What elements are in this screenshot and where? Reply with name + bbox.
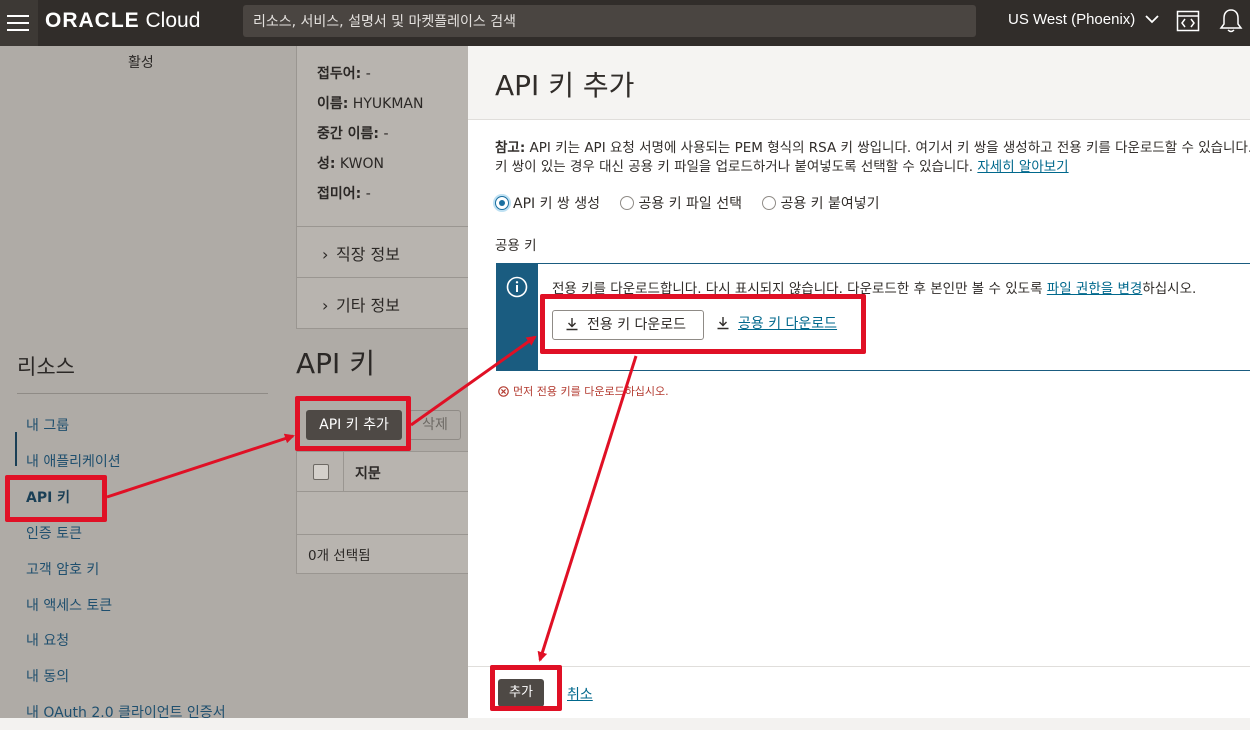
error-icon <box>498 386 509 397</box>
section-work-info[interactable]: › 직장 정보 <box>322 241 400 265</box>
annotation-box-nav-api-keys <box>5 475 107 522</box>
annotation-box-add-button <box>490 665 562 711</box>
background-page: 활성 접두어: - 이름: HYUKMAN 중간 이름: - 성: KWON 접… <box>0 46 468 718</box>
panel-title: API 키 추가 <box>495 69 635 102</box>
oracle-cloud-logo[interactable]: ORACLE Cloud <box>45 9 200 33</box>
api-keys-table: 지문 0개 선택됨 <box>296 451 468 574</box>
bottom-strip <box>0 718 1250 730</box>
nav-my-access-tokens[interactable]: 내 액세스 토큰 <box>26 595 112 615</box>
annotation-box-download-buttons <box>540 294 866 354</box>
radio-generate-key-pair[interactable]: API 키 쌍 생성 <box>495 193 600 213</box>
nav-my-groups[interactable]: 내 그룹 <box>26 415 69 435</box>
panel-note: 참고: API 키는 API 요청 서명에 사용되는 PEM 형식의 RSA 키… <box>495 140 1250 175</box>
cancel-link[interactable]: 취소 <box>567 684 593 704</box>
learn-more-link[interactable]: 자세히 알아보기 <box>977 159 1068 175</box>
nav-oauth-client-certs[interactable]: 내 OAuth 2.0 클라이언트 인증서 <box>26 702 226 718</box>
menu-icon[interactable] <box>0 0 38 46</box>
select-all-checkbox[interactable] <box>313 464 329 480</box>
chevron-down-icon <box>1145 15 1160 24</box>
info-row: 중간 이름: - <box>317 126 389 142</box>
change-file-permissions-link[interactable]: 파일 권한을 변경 <box>1047 281 1143 297</box>
nav-my-requests[interactable]: 내 요청 <box>26 630 69 650</box>
delete-button[interactable]: 삭제 <box>409 410 461 440</box>
user-status: 활성 <box>128 55 154 71</box>
resources-title: 리소스 <box>17 355 75 379</box>
info-row: 접미어: - <box>317 186 371 202</box>
developer-tools-icon[interactable] <box>1176 9 1200 33</box>
notifications-bell-icon[interactable] <box>1219 8 1243 34</box>
radio-choose-public-key-file[interactable]: 공용 키 파일 선택 <box>620 193 742 213</box>
nav-auth-tokens[interactable]: 인증 토큰 <box>26 523 82 543</box>
region-label: US West (Phoenix) <box>1008 11 1136 28</box>
info-icon <box>506 276 528 298</box>
search-input[interactable]: 리소스, 서비스, 설명서 및 마켓플레이스 검색 <box>243 5 976 37</box>
public-key-label: 공용 키 <box>495 238 537 254</box>
nav-my-applications[interactable]: 내 애플리케이션 <box>26 451 121 471</box>
fingerprint-column-header: 지문 <box>355 466 381 482</box>
selected-count: 0개 선택됨 <box>308 548 371 564</box>
radio-paste-public-key[interactable]: 공용 키 붙여넣기 <box>762 193 880 213</box>
region-selector[interactable]: US West (Phoenix) <box>1008 11 1160 28</box>
nav-my-consents[interactable]: 내 동의 <box>26 666 69 686</box>
annotation-box-add-api-key <box>295 396 411 451</box>
info-row: 접두어: - <box>317 66 371 82</box>
add-api-key-panel: API 키 추가 참고: API 키는 API 요청 서명에 사용되는 PEM … <box>468 46 1250 718</box>
top-navigation-bar: ORACLE Cloud 리소스, 서비스, 설명서 및 마켓플레이스 검색 U… <box>0 0 1250 46</box>
section-other-info[interactable]: › 기타 정보 <box>322 292 400 316</box>
info-row: 이름: HYUKMAN <box>317 96 424 112</box>
info-row: 성: KWON <box>317 156 384 172</box>
error-message: 먼저 전용 키를 다운로드하십시오. <box>498 383 669 399</box>
nav-customer-secret-keys[interactable]: 고객 암호 키 <box>26 559 99 579</box>
key-option-radio-group: API 키 쌍 생성 공용 키 파일 선택 공용 키 붙여넣기 <box>495 193 896 213</box>
api-keys-heading: API 키 <box>296 347 375 380</box>
